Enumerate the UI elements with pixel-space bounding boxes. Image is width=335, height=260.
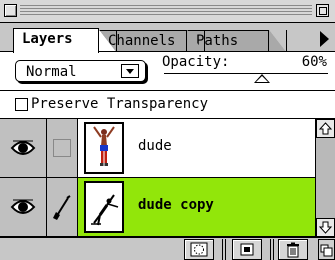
new-layer-icon (240, 243, 254, 256)
thumbnail-frame (84, 122, 124, 174)
layer-name[interactable]: dude (138, 138, 172, 154)
layer-list: dude dude copy (0, 118, 315, 237)
new-layer-button[interactable] (232, 239, 262, 260)
figure-icon (93, 126, 115, 166)
titlebar-drag-stripes[interactable] (20, 5, 312, 16)
layer-row-selected[interactable]: dude copy (0, 178, 315, 237)
scroll-down-button[interactable] (316, 218, 335, 237)
trash-icon (287, 242, 299, 258)
layer-mask-icon (190, 242, 208, 257)
arrow-down-icon (318, 221, 333, 234)
visibility-toggle[interactable] (0, 178, 47, 236)
link-toggle[interactable] (47, 119, 78, 177)
opacity-slider-thumb[interactable] (254, 74, 271, 83)
tab-edge (187, 30, 205, 52)
add-layer-mask-button[interactable] (184, 239, 214, 260)
preserve-transparency: Preserve Transparency (0, 90, 335, 118)
thumbnail-frame (84, 181, 124, 233)
resize-grip[interactable] (318, 239, 335, 260)
palette-menu-arrow-icon[interactable] (320, 31, 329, 47)
opacity-slider-track[interactable] (164, 73, 328, 74)
palette-tabs: Paths Channels Layers (0, 24, 335, 53)
preserve-transparency-checkbox[interactable] (15, 98, 28, 111)
palette-bottom-bar (0, 237, 335, 260)
close-box[interactable] (4, 4, 17, 17)
toolbar-separator (270, 239, 274, 260)
palette-titlebar[interactable] (0, 0, 335, 23)
preserve-transparency-label: Preserve Transparency (31, 96, 209, 112)
paintbrush-icon (53, 195, 71, 220)
tab-layers[interactable]: Layers (13, 28, 99, 53)
blend-mode-value: Normal (26, 64, 77, 80)
toolbar-separator (222, 239, 226, 260)
layer-name[interactable]: dude copy (138, 197, 214, 213)
scroll-up-button[interactable] (316, 119, 335, 138)
paintbrush-toggle[interactable] (47, 178, 78, 236)
opacity-label: Opacity: (162, 54, 230, 70)
opacity-value: 60% (301, 54, 327, 70)
empty-link-box (53, 139, 71, 157)
layer-controls: Normal Opacity: 60% (0, 52, 335, 90)
tab-edge (99, 30, 117, 52)
zoom-box[interactable] (316, 4, 329, 17)
chevron-down-icon[interactable] (121, 64, 139, 78)
blend-mode-select[interactable]: Normal (15, 60, 146, 82)
layer-row[interactable]: dude (0, 119, 315, 178)
eye-icon (10, 199, 36, 214)
eye-icon (10, 140, 36, 155)
layer-thumbnail[interactable] (78, 178, 132, 236)
tab-edge (269, 30, 287, 52)
resize-grip-icon (320, 244, 333, 257)
layer-list-scrollbar[interactable] (315, 118, 335, 237)
visibility-toggle[interactable] (0, 119, 47, 177)
layer-thumbnail[interactable] (78, 119, 132, 177)
arrow-up-icon (318, 122, 333, 135)
delete-layer-button[interactable] (278, 239, 308, 260)
silhouette-icon (91, 194, 119, 226)
